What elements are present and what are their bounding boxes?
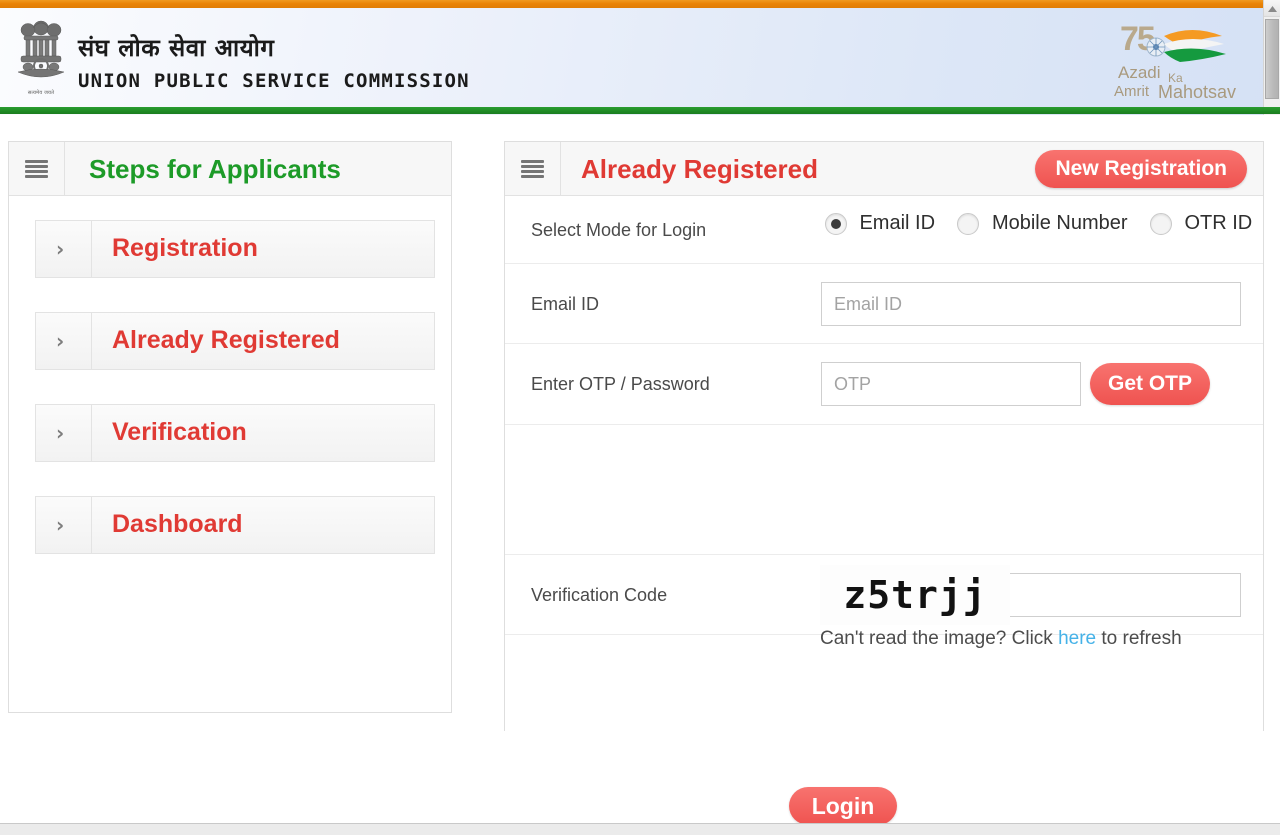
login-mode-row: Select Mode for Login Email ID Mobile Nu… [505,196,1263,264]
site-title-english: UNION PUBLIC SERVICE COMMISSION [78,70,470,92]
radio-option-label: Email ID [859,212,936,234]
header-scrollbar[interactable] [1263,0,1280,115]
radio-option-otr-id[interactable]: OTR ID [1150,212,1252,235]
get-otp-button[interactable]: Get OTP [1090,363,1211,405]
otp-label: Enter OTP / Password [531,374,710,394]
scrollbar-thumb[interactable] [1265,19,1279,99]
captcha-image: z5trjj [820,565,1010,625]
scroll-up-arrow-icon[interactable] [1264,0,1280,17]
hamburger-icon [25,160,48,178]
radio-button-icon[interactable] [1150,212,1172,235]
radio-option-label: Mobile Number [991,212,1128,234]
step-item-label: Verification [112,418,247,446]
saffron-top-bar [0,0,1280,8]
step-arrow-cell[interactable]: › [36,405,92,461]
green-bottom-bar [0,107,1280,114]
email-label: Email ID [531,294,600,314]
email-row: Email ID [505,264,1263,344]
svg-text:Azadi: Azadi [1118,63,1161,82]
captcha-help-text: Can't read the image? Click here to refr… [820,628,1182,650]
site-header: सत्यमेव जयते संघ लोक सेवा आयोग UNION PUB… [0,0,1280,115]
step-item-verification[interactable]: › Verification [35,404,435,462]
step-item-dashboard[interactable]: › Dashboard [35,496,435,554]
step-item-already-registered[interactable]: › Already Registered [35,312,435,370]
chevron-right-icon: › [56,421,65,445]
login-mode-label: Select Mode for Login [531,220,707,240]
captcha-help-prefix: Can't read the image? Click [820,628,1059,649]
left-panel-title: Steps for Applicants [89,154,341,184]
azadi-ka-amrit-mahotsav-logo: 75 Azadi Ka Amrit Mahotsav [1114,16,1242,100]
step-item-label: Dashboard [112,510,243,538]
svg-text:Amrit: Amrit [1114,83,1150,100]
radio-option-mobile-number[interactable]: Mobile Number [957,212,1128,235]
step-item-label: Already Registered [112,326,340,354]
left-panel-menu-button[interactable] [9,142,65,195]
captcha-text: z5trjj [843,573,987,617]
otp-row: Enter OTP / Password Get OTP [505,344,1263,425]
site-title-hindi: संघ लोक सेवा आयोग [78,34,275,62]
step-item-label: Registration [112,234,258,262]
left-panel-header: Steps for Applicants [9,142,451,196]
national-emblem-icon: सत्यमेव जयते [14,16,68,104]
captcha-row [505,425,1263,555]
login-mode-radio-group[interactable]: Email ID Mobile Number OTR ID [825,212,1252,235]
chevron-right-icon: › [56,329,65,353]
captcha-help-suffix: to refresh [1096,628,1182,649]
emblem-motto: सत्यमेव जयते [27,90,55,96]
new-registration-button[interactable]: New Registration [1035,150,1247,188]
steps-for-applicants-panel: Steps for Applicants › Registration › Al… [8,141,452,713]
chevron-right-icon: › [56,237,65,261]
login-panel-title: Already Registered [581,154,818,184]
step-arrow-cell[interactable]: › [36,221,92,277]
svg-text:Mahotsav: Mahotsav [1158,82,1236,100]
radio-option-email-id[interactable]: Email ID [825,212,935,235]
login-panel-header: Already Registered New Registration [505,142,1263,196]
step-arrow-cell[interactable]: › [36,497,92,553]
step-arrow-cell[interactable]: › [36,313,92,369]
step-item-registration[interactable]: › Registration [35,220,435,278]
radio-button-icon[interactable] [825,212,847,235]
otp-input[interactable] [821,362,1081,406]
login-panel-menu-button[interactable] [505,142,561,195]
login-button[interactable]: Login [789,787,897,825]
hamburger-icon [521,160,544,178]
page-footer-bar [0,823,1280,835]
page-body: Steps for Applicants › Registration › Al… [0,115,1280,835]
radio-button-icon[interactable] [957,212,980,235]
chevron-right-icon: › [56,513,65,537]
radio-option-label: OTR ID [1184,212,1253,234]
email-input[interactable] [821,282,1241,326]
captcha-refresh-link[interactable]: here [1058,628,1096,649]
verification-label: Verification Code [531,585,668,605]
